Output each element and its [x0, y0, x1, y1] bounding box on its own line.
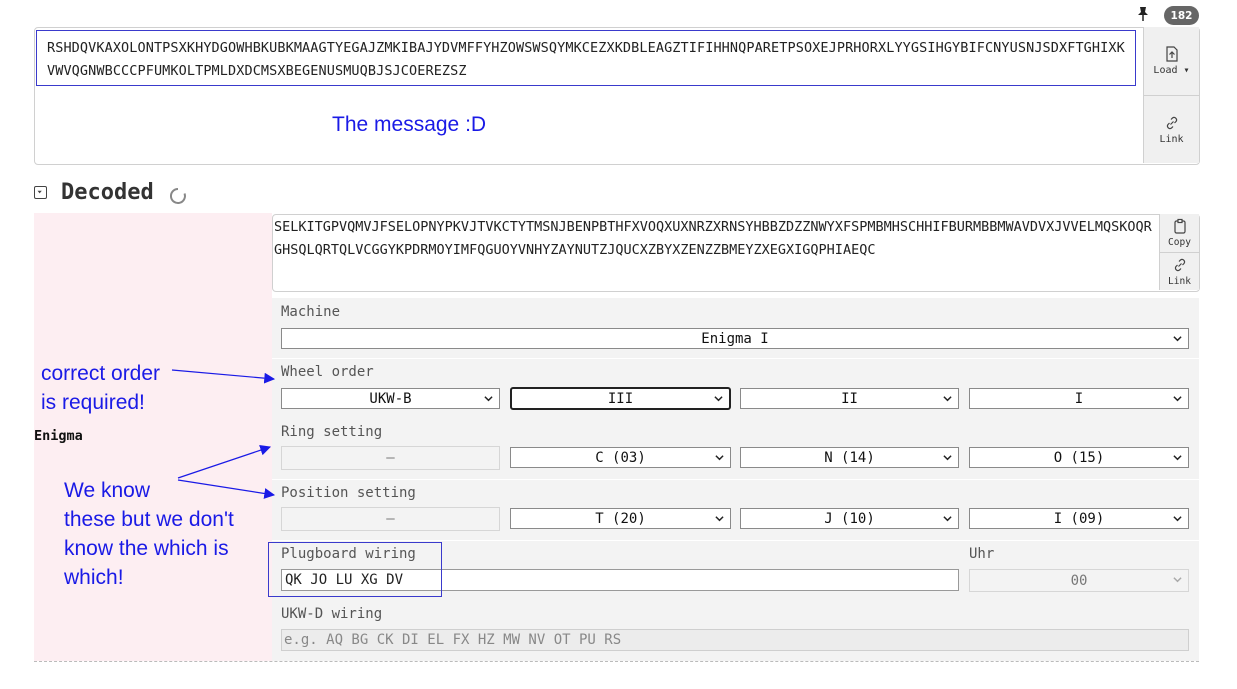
link-icon	[1174, 258, 1185, 271]
rotor-right-select[interactable]: I	[969, 388, 1189, 409]
chevron-down-icon	[484, 396, 493, 402]
wheel-order-label: Wheel order	[281, 364, 374, 380]
load-label: Load	[1153, 65, 1178, 76]
ring-setting-label: Ring setting	[281, 424, 383, 440]
output-link-label: Link	[1168, 275, 1191, 287]
character-count-badge: 182	[1164, 6, 1199, 25]
output-side-actions: Copy Link	[1159, 214, 1199, 290]
chevron-down-icon	[1173, 455, 1182, 461]
uhr-label: Uhr	[969, 546, 995, 562]
link-icon	[1166, 116, 1177, 129]
plugboard-highlight-box	[268, 542, 442, 597]
chevron-down-icon	[715, 516, 724, 522]
load-button[interactable]: Load ▾	[1144, 27, 1199, 96]
chevron-down-icon	[714, 396, 723, 402]
input-side-actions: Load ▾ Link	[1143, 27, 1199, 163]
machine-select[interactable]: Enigma I	[281, 328, 1189, 349]
operation-name: Enigma	[34, 428, 83, 444]
position-middle-select[interactable]: J (10)	[740, 508, 959, 529]
pin-icon[interactable]	[1136, 6, 1150, 22]
chevron-down-icon	[943, 396, 952, 402]
reflector-select[interactable]: UKW-B	[281, 388, 500, 409]
input-link-label: Link	[1159, 133, 1184, 145]
chevron-down-icon	[1173, 336, 1182, 342]
chevron-down-icon: ▾	[1183, 65, 1190, 76]
reflector-position-field: –	[281, 507, 500, 531]
ring-right-select[interactable]: O (15)	[969, 447, 1189, 468]
input-link-button[interactable]: Link	[1144, 96, 1199, 163]
copy-label: Copy	[1168, 237, 1191, 248]
uhr-select: 00	[969, 569, 1189, 592]
ring-left-select[interactable]: C (03)	[510, 447, 731, 468]
position-setting-label: Position setting	[281, 485, 416, 501]
chevron-down-icon	[1173, 577, 1182, 583]
output-text[interactable]: SELKITGPVQMVJFSELOPNYPKVJTVKCTYTMSNJBENP…	[274, 216, 1154, 262]
clipboard-icon	[1173, 218, 1186, 234]
copy-button[interactable]: Copy	[1160, 214, 1199, 253]
rotor-left-select[interactable]: III	[510, 387, 731, 410]
ukwd-label: UKW-D wiring	[281, 606, 383, 622]
message-annotation: The message :D	[332, 113, 487, 136]
collapse-toggle-icon[interactable]	[34, 186, 47, 199]
chevron-down-icon	[1173, 396, 1182, 402]
reflector-ring-field: –	[281, 446, 500, 470]
machine-label: Machine	[281, 304, 341, 320]
chevron-down-icon	[943, 455, 952, 461]
ring-middle-select[interactable]: N (14)	[740, 447, 959, 468]
input-textarea[interactable]: RSHDQVKAXOLONTPSXKHYDGOWHBKUBKMAAGTYEGAJ…	[36, 30, 1136, 86]
decoded-title: Decoded	[61, 180, 154, 205]
position-left-select[interactable]: T (20)	[510, 508, 731, 529]
divider	[34, 661, 1199, 662]
chevron-down-icon	[943, 516, 952, 522]
upload-file-icon	[1165, 46, 1178, 62]
chevron-down-icon	[1173, 516, 1182, 522]
output-link-button[interactable]: Link	[1160, 253, 1199, 290]
chevron-down-icon	[715, 455, 724, 461]
rotor-middle-select[interactable]: II	[740, 388, 959, 409]
ukwd-input: e.g. AQ BG CK DI EL FX HZ MW NV OT PU RS	[281, 629, 1189, 651]
spinner-icon	[169, 187, 186, 204]
know-annotation: We know these but we don't know the whic…	[64, 479, 234, 589]
order-annotation: correct order is required!	[41, 362, 161, 414]
position-right-select[interactable]: I (09)	[969, 508, 1189, 529]
